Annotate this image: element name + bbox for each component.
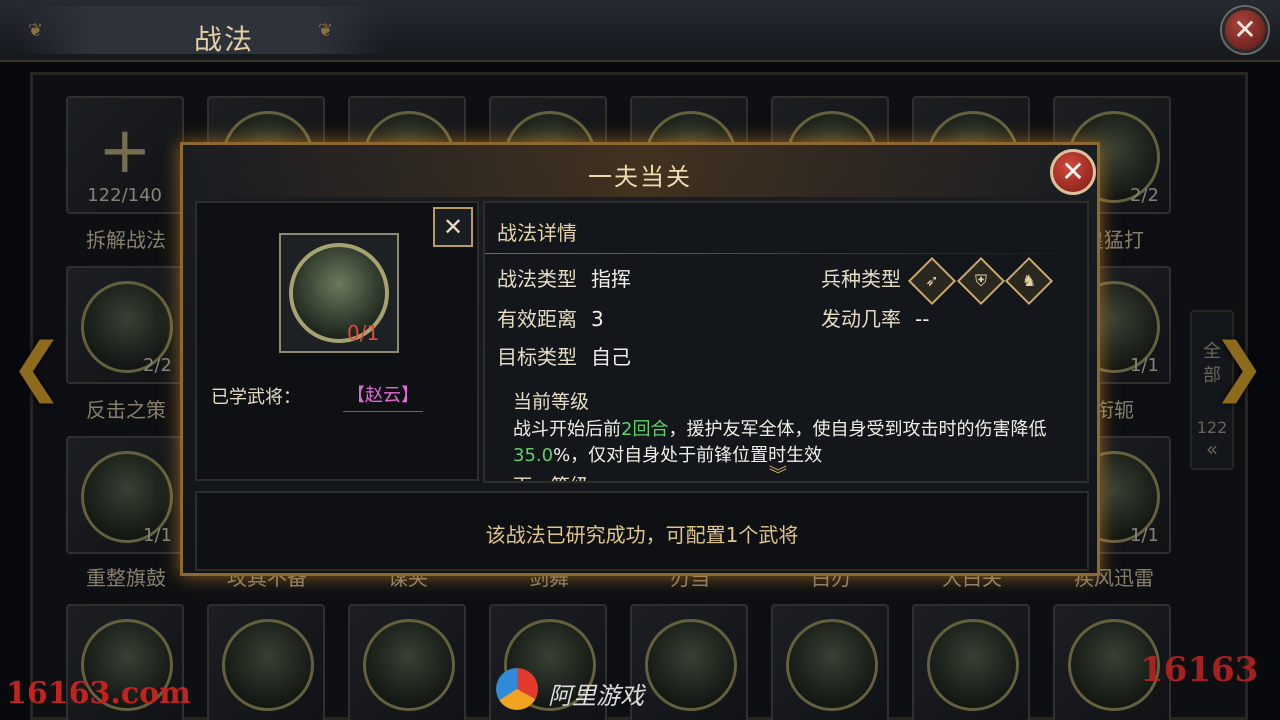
desc-highlight: 35.0 xyxy=(513,445,554,466)
ali-games-logo-icon xyxy=(496,668,538,710)
scroll-down-icon[interactable]: ︾ xyxy=(769,461,787,481)
remove-skill-button[interactable]: ✕ xyxy=(433,207,473,247)
troop-type-key: 兵种类型 xyxy=(821,267,901,291)
top-bar: ❦ 战法 ❦ ✕ xyxy=(0,0,1280,62)
target-value: 自己 xyxy=(591,345,631,369)
close-icon[interactable]: ✕ xyxy=(1222,7,1268,53)
watermark-text: 阿里游戏 xyxy=(548,682,644,710)
dialog-title: 一夫当关 xyxy=(588,163,692,191)
skill-icon xyxy=(279,233,399,353)
details-heading: 战法详情 xyxy=(497,221,577,245)
status-box: 该战法已研究成功，可配置1个武将 xyxy=(195,491,1089,571)
range-key: 有效距离 xyxy=(497,307,577,331)
desc-text: ，援护友军全体，使自身受到攻击时的伤害降低 xyxy=(668,419,1047,440)
page-title: 战法 xyxy=(194,23,255,56)
skill-details-panel[interactable]: 战法详情 战法类型 指挥 有效距离 3 目标类型 自己 兵种类型 ➶ ⛨ ♞ 发动几率… xyxy=(483,201,1089,483)
current-level-description: 战斗开始后前2回合，援护友军全体，使自身受到攻击时的伤害降低35.0%，仅对自身… xyxy=(513,417,1073,469)
site-watermark-right: 16163 xyxy=(1140,650,1259,690)
learned-general-name[interactable]: 【赵云】 xyxy=(343,381,423,412)
skill-type-row: 战法类型 指挥 xyxy=(497,263,631,292)
skill-detail-dialog: 一夫当关 ✕ ✕ 0/1 已学武将： 【赵云】 战法详情 战法类型 指挥 有效距离… xyxy=(180,142,1100,576)
ali-games-watermark: 阿里游戏 xyxy=(496,668,696,712)
trigger-rate-value: -- xyxy=(915,307,930,331)
desc-text: 战斗开始后前 xyxy=(513,419,621,440)
next-level-title: 下一等级 xyxy=(513,471,589,481)
dragon-ornament-left-icon: ❦ xyxy=(28,20,44,41)
shield-icon: ⛨ xyxy=(956,256,1005,305)
skill-count: 0/1 xyxy=(347,321,380,345)
skill-type-value: 指挥 xyxy=(591,267,631,291)
status-message: 该战法已研究成功，可配置1个武将 xyxy=(485,523,799,547)
trigger-rate-key: 发动几率 xyxy=(821,307,901,331)
desc-highlight: 2回合 xyxy=(621,419,669,440)
skill-type-key: 战法类型 xyxy=(497,267,577,291)
dragon-ornament-right-icon: ❦ xyxy=(318,20,334,41)
bow-icon: ➶ xyxy=(908,256,957,305)
trigger-rate-row: 发动几率 -- xyxy=(821,303,929,332)
dialog-header: 一夫当关 xyxy=(183,145,1097,197)
target-row: 目标类型 自己 xyxy=(497,341,631,370)
current-level-title: 当前等级 xyxy=(513,391,590,413)
troop-type-row: 兵种类型 ➶ ⛨ ♞ xyxy=(821,256,1054,305)
target-key: 目标类型 xyxy=(497,345,577,369)
divider xyxy=(485,253,1087,254)
range-value: 3 xyxy=(591,307,604,331)
title-plate: ❦ 战法 ❦ xyxy=(18,6,388,56)
skill-summary-panel: ✕ 0/1 已学武将： 【赵云】 xyxy=(195,201,479,481)
site-watermark-left: 16163.com xyxy=(6,676,191,711)
learned-generals-label: 已学武将： xyxy=(211,387,301,408)
horse-icon: ♞ xyxy=(1005,256,1054,305)
range-row: 有效距离 3 xyxy=(497,303,604,332)
close-icon[interactable]: ✕ xyxy=(1050,149,1096,195)
